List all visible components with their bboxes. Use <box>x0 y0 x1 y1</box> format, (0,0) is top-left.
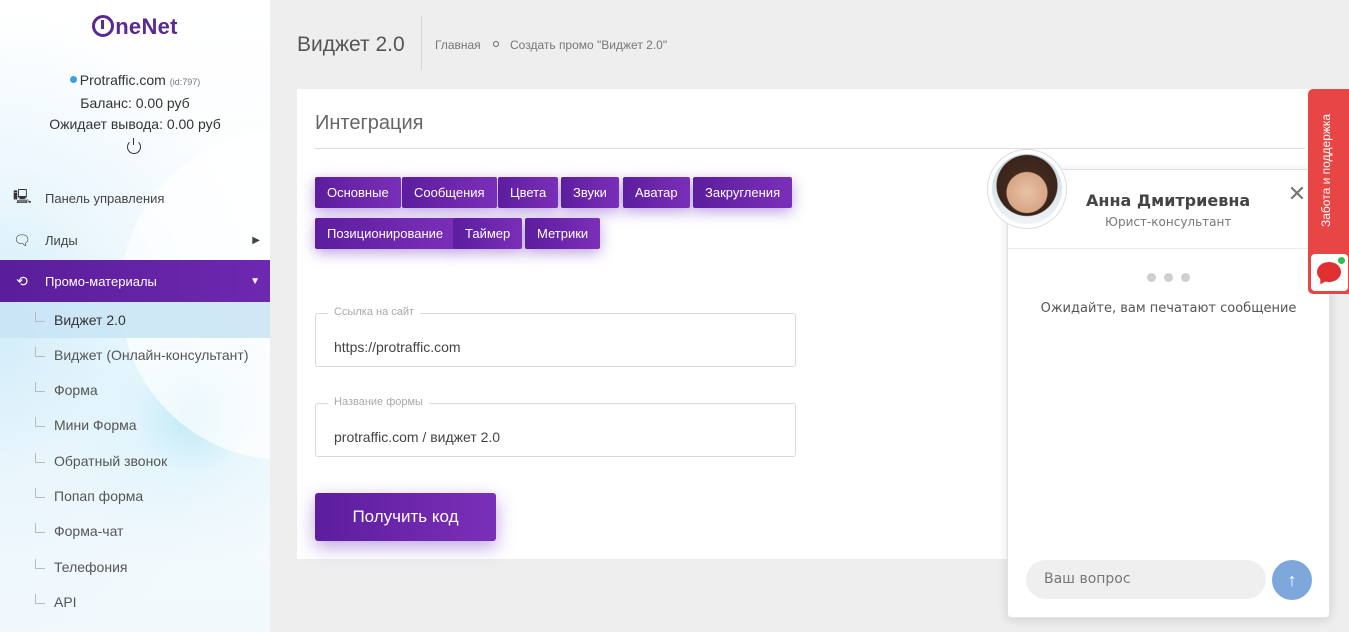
page-title: Виджет 2.0 <box>297 33 405 56</box>
agent-photo <box>992 154 1062 224</box>
submenu-item-label: Попап форма <box>54 488 144 504</box>
site-url-label: Ссылка на сайт <box>328 306 421 318</box>
account-id: (id:797) <box>169 77 201 87</box>
tree-connector <box>35 312 45 322</box>
typing-indicator <box>1147 269 1198 287</box>
breadcrumb-home[interactable]: Главная <box>435 38 481 52</box>
submenu-item-callback[interactable]: Обратный звонок <box>0 443 270 479</box>
submenu-item-mini-form[interactable]: Мини Форма <box>0 407 270 443</box>
submenu-item-label: Форма <box>54 382 98 398</box>
chat-icon: 🗨 <box>13 231 31 248</box>
tree-connector <box>35 594 45 604</box>
typing-dot <box>1181 273 1190 282</box>
tree-connector <box>35 559 45 569</box>
card-title: Интеграция <box>315 112 424 134</box>
chat-divider <box>1008 248 1329 249</box>
chat-widget <box>1007 169 1330 618</box>
tab-avatar[interactable]: Аватар <box>623 177 690 208</box>
header-divider <box>421 16 422 70</box>
logo-power-icon <box>92 15 115 37</box>
tab-metrics[interactable]: Метрики <box>525 218 601 249</box>
tree-connector <box>35 347 45 357</box>
account-info: Protraffic.com (id:797) Баланс: 0.00 руб… <box>0 70 270 135</box>
submenu-item-label: Мини Форма <box>54 417 137 433</box>
submenu-item-label: Обратный звонок <box>54 453 168 469</box>
breadcrumb-separator-icon <box>493 41 499 47</box>
site-url-value[interactable]: https://protraffic.com <box>334 339 461 355</box>
sidebar-item-leads[interactable]: 🗨 Лиды ▶ <box>0 219 270 261</box>
tab-colors[interactable]: Цвета <box>498 177 559 208</box>
sidebar-item-promo[interactable]: ⟲ Промо-материалы ▼ <box>0 260 270 302</box>
typing-dot <box>1147 273 1156 282</box>
submenu-item-telephony[interactable]: Телефония <box>0 549 270 585</box>
card-divider <box>315 148 1305 149</box>
support-tab-label[interactable]: Забота и поддержка <box>1319 90 1339 250</box>
tab-timer[interactable]: Таймер <box>453 218 523 249</box>
logout-power-icon[interactable] <box>127 138 141 154</box>
form-name-field[interactable]: Название формы protraffic.com / виджет 2… <box>315 396 796 457</box>
submenu-item-label: Виджет (Онлайн-консультант) <box>54 347 249 363</box>
sidebar-item-dashboard[interactable]: 🖳 Панель управления <box>0 177 270 219</box>
agent-name: Анна Дмитриевна <box>1086 191 1251 210</box>
sidebar: neNet Protraffic.com (id:797) Баланс: 0.… <box>0 0 270 632</box>
tab-messages[interactable]: Сообщения <box>402 177 497 208</box>
online-status-icon <box>1337 256 1346 265</box>
breadcrumb-current: Создать промо "Виджет 2.0" <box>510 38 668 52</box>
submenu-item-form[interactable]: Форма <box>0 372 270 408</box>
logo[interactable]: neNet <box>0 14 270 40</box>
tree-connector <box>35 382 45 392</box>
chevron-down-icon: ▼ <box>250 275 260 287</box>
close-icon[interactable]: ✕ <box>1286 183 1308 206</box>
tree-connector <box>35 453 45 463</box>
submenu-item-popup-form[interactable]: Попап форма <box>0 478 270 514</box>
tab-rounding[interactable]: Закругления <box>693 177 793 208</box>
account-site-line: Protraffic.com (id:797) <box>0 70 270 93</box>
chat-question-input[interactable]: Ваш вопрос <box>1026 560 1266 599</box>
typing-status-text: Ожидайте, вам печатают сообщение <box>1040 301 1297 316</box>
tree-connector <box>35 417 45 427</box>
account-pending: Ожидает вывода: 0.00 руб <box>49 116 221 132</box>
tab-positioning[interactable]: Позиционирование <box>315 218 456 249</box>
submenu-item-widget2[interactable]: Виджет 2.0 <box>0 302 270 338</box>
submenu-item-label: Форма-чат <box>54 523 124 539</box>
sidebar-item-label: Промо-материалы <box>45 273 157 289</box>
tree-connector <box>35 488 45 498</box>
send-button[interactable]: ↑ <box>1272 560 1312 600</box>
promo-icon: ⟲ <box>16 272 28 289</box>
submenu-item-form-chat[interactable]: Форма-чат <box>0 513 270 549</box>
support-chat-button[interactable] <box>1311 254 1348 291</box>
submenu-item-label: Телефония <box>54 559 128 575</box>
tab-sounds[interactable]: Звуки <box>561 177 619 208</box>
account-site[interactable]: Protraffic.com <box>80 72 166 88</box>
account-balance: Баланс: 0.00 руб <box>80 95 190 111</box>
submenu-item-api[interactable]: API <box>0 584 270 620</box>
form-name-label: Название формы <box>328 396 429 408</box>
submenu-item-label: API <box>54 594 77 610</box>
sidebar-item-label: Лиды <box>45 232 78 248</box>
agent-role: Юрист-консультант <box>1105 215 1232 229</box>
get-code-button[interactable]: Получить код <box>315 493 496 541</box>
submenu-item-widget-online[interactable]: Виджет (Онлайн-консультант) <box>0 337 270 373</box>
status-dot-icon <box>69 76 77 83</box>
chevron-right-icon: ▶ <box>252 234 260 246</box>
arrow-up-icon: ↑ <box>1287 570 1297 590</box>
site-url-field[interactable]: Ссылка на сайт https://protraffic.com <box>315 306 796 367</box>
monitor-icon: 🖳 <box>13 188 32 204</box>
form-name-value[interactable]: protraffic.com / виджет 2.0 <box>334 429 500 445</box>
logo-text: neNet <box>115 14 178 39</box>
tree-connector <box>35 523 45 533</box>
sidebar-item-label: Панель управления <box>45 190 165 206</box>
tab-main[interactable]: Основные <box>315 177 401 208</box>
submenu-item-label: Виджет 2.0 <box>54 312 126 328</box>
agent-avatar <box>987 149 1067 229</box>
typing-dot <box>1164 273 1173 282</box>
